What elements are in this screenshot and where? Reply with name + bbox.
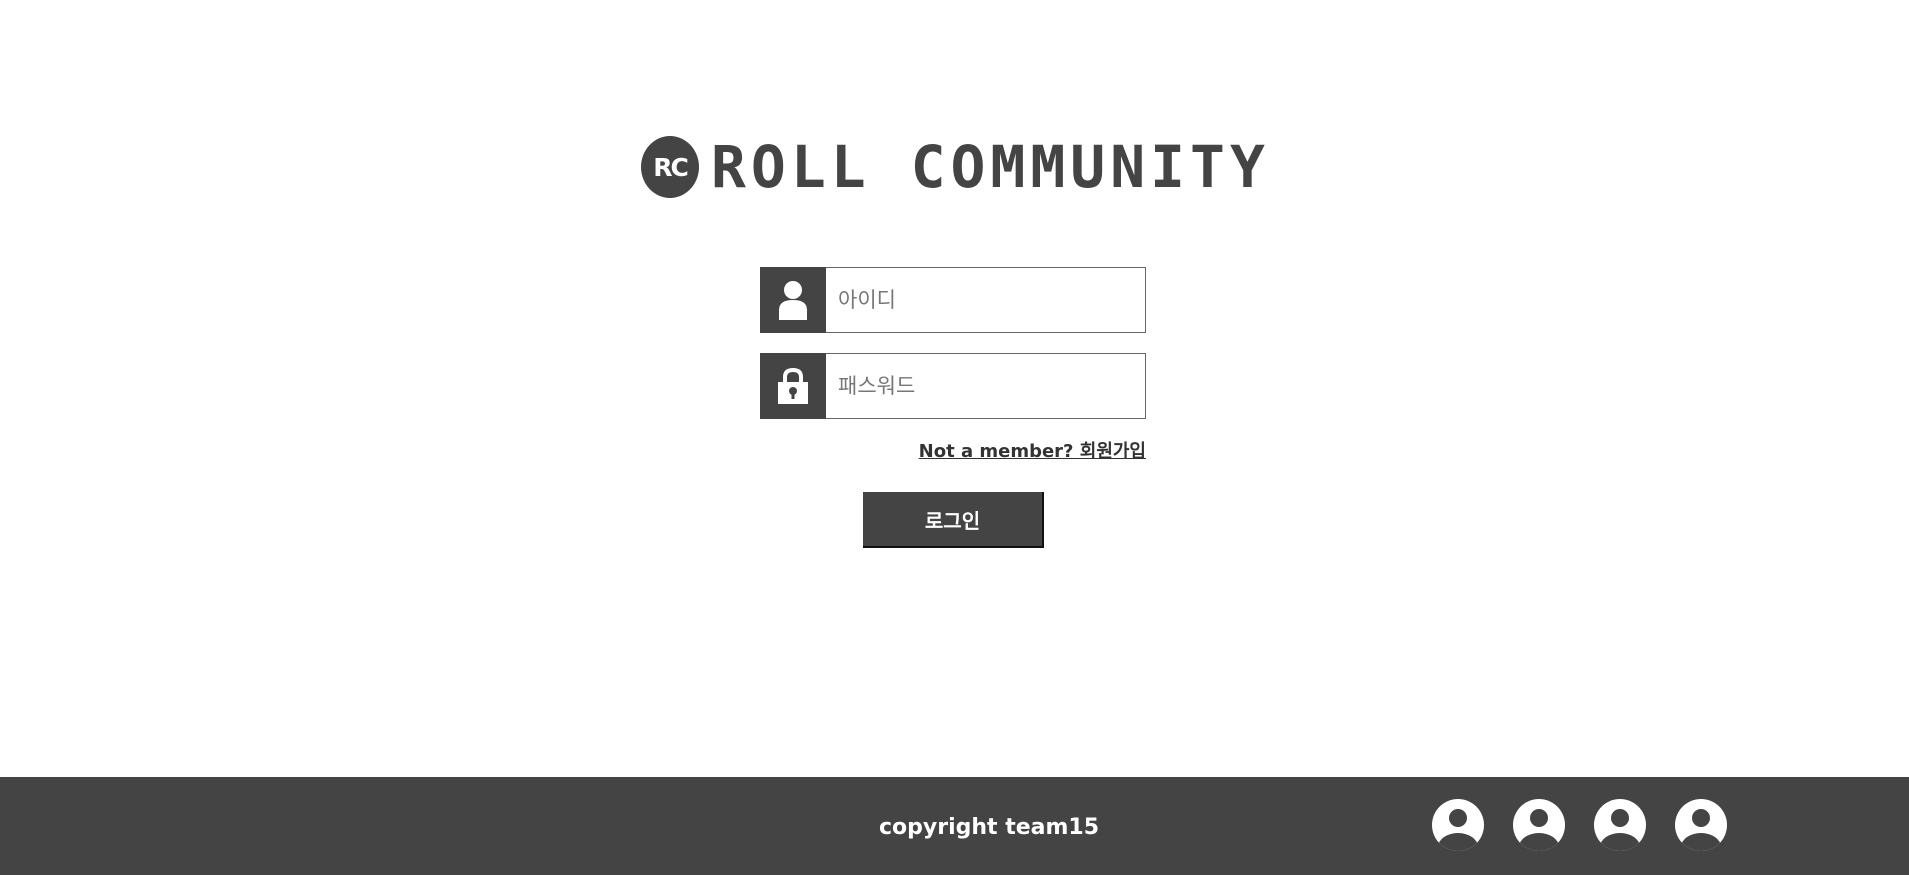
logo-badge: RC <box>641 136 699 198</box>
password-field <box>760 353 1146 419</box>
lock-icon <box>760 353 826 419</box>
signup-link[interactable]: Not a member? 회원가입 <box>919 437 1146 463</box>
password-input[interactable] <box>826 353 1146 419</box>
footer-copyright: copyright team15 <box>879 815 1100 840</box>
logo-text: ROLL COMMUNITY <box>711 133 1270 201</box>
user-avatar-icon[interactable] <box>1432 799 1484 851</box>
user-avatar-icon[interactable] <box>1594 799 1646 851</box>
login-button[interactable]: 로그인 <box>863 492 1044 548</box>
user-avatar-icon[interactable] <box>1675 799 1727 851</box>
site-logo[interactable]: RC ROLL COMMUNITY <box>641 134 1270 200</box>
username-input[interactable] <box>826 267 1146 333</box>
footer: copyright team15 <box>0 777 1909 875</box>
user-avatar-icon[interactable] <box>1513 799 1565 851</box>
username-field <box>760 267 1146 333</box>
footer-avatar-list <box>1432 799 1727 851</box>
login-page: RC ROLL COMMUNITY Not a member? 회원가입 로그인 <box>0 0 1909 875</box>
user-icon <box>760 267 826 333</box>
